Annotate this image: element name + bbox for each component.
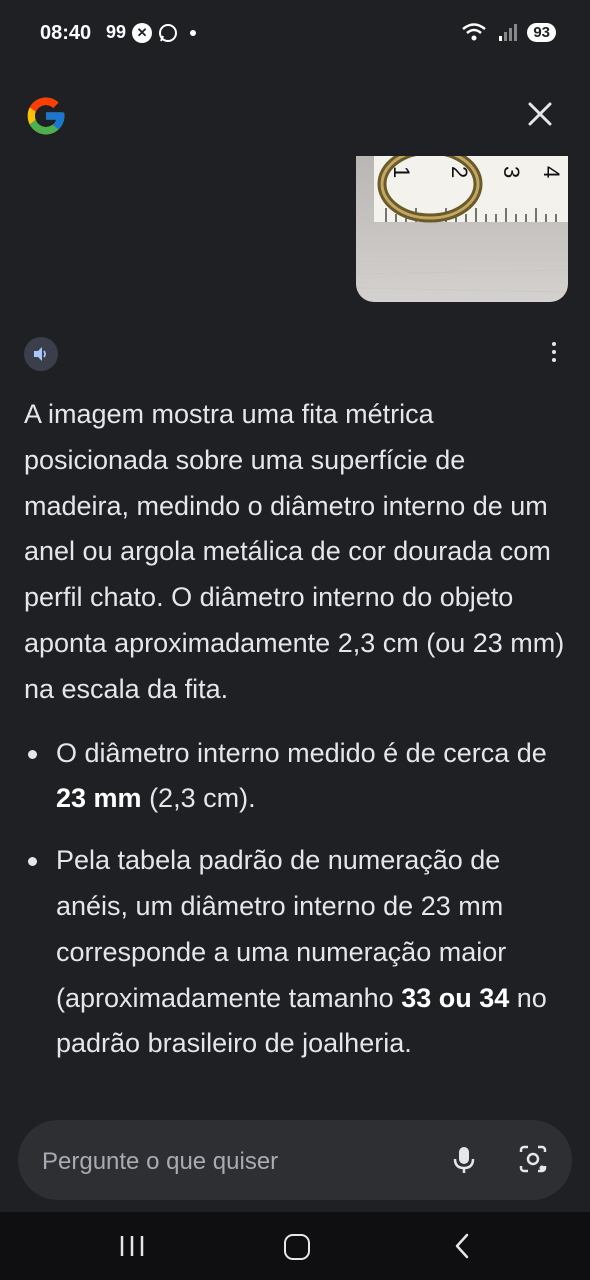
more-vert-icon [552, 342, 556, 346]
more-notifications-dot [190, 29, 197, 36]
system-nav-bar [0, 1212, 590, 1280]
status-bar: 08:40 99 ✕ 93 [0, 0, 590, 68]
notification-count: 99 [106, 22, 127, 42]
home-icon[interactable] [284, 1234, 310, 1260]
status-time: 08:40 [40, 22, 92, 44]
bullet-bold: 23 mm [56, 783, 142, 814]
uploaded-image-thumbnail[interactable]: 1 2 3 4 [356, 156, 568, 302]
bullet-bold: 33 ou 34 [401, 982, 510, 1013]
more-options-button[interactable] [546, 342, 562, 366]
answer-paragraph: A imagem mostra uma fita métrica posicio… [24, 399, 565, 704]
back-icon[interactable] [450, 1232, 474, 1260]
camera-lens-icon[interactable] [516, 1142, 550, 1176]
wifi-icon [462, 23, 487, 41]
notification-icons: 99 ✕ [106, 22, 197, 43]
ruler-ring-photo: 1 2 3 4 [356, 156, 568, 302]
microphone-icon[interactable] [448, 1144, 480, 1176]
recents-icon[interactable] [118, 1234, 146, 1258]
ruler-label-4: 4 [539, 166, 564, 178]
list-item: Pela tabela padrão de numeração de anéis… [24, 838, 576, 1067]
speaker-icon [34, 347, 46, 361]
ruler-label-3: 3 [499, 166, 524, 178]
signal-icon [499, 24, 518, 41]
header [0, 80, 590, 150]
close-icon[interactable] [526, 100, 554, 128]
bullet-text: O diâmetro interno medido é de cerca de [56, 737, 547, 768]
more-vert-dot [552, 358, 556, 362]
answer-bullet-list: O diâmetro interno medido é de cerca de … [24, 731, 576, 1068]
ai-answer: A imagem mostra uma fita métrica posicio… [24, 392, 576, 1108]
google-g-icon [27, 97, 65, 135]
system-status-icons: 93 [461, 22, 556, 42]
read-aloud-button[interactable] [24, 337, 58, 371]
battery-indicator: 93 [527, 22, 556, 42]
ask-input-bar[interactable]: Pergunte o que quiser [18, 1120, 572, 1200]
whatsapp-icon [159, 23, 178, 42]
bullet-text: (2,3 cm). [141, 783, 256, 814]
ask-input-placeholder[interactable]: Pergunte o que quiser [42, 1148, 278, 1176]
list-item: O diâmetro interno medido é de cerca de … [24, 731, 576, 823]
more-vert-dot [552, 350, 556, 354]
app-notification-icon: ✕ [132, 22, 153, 43]
